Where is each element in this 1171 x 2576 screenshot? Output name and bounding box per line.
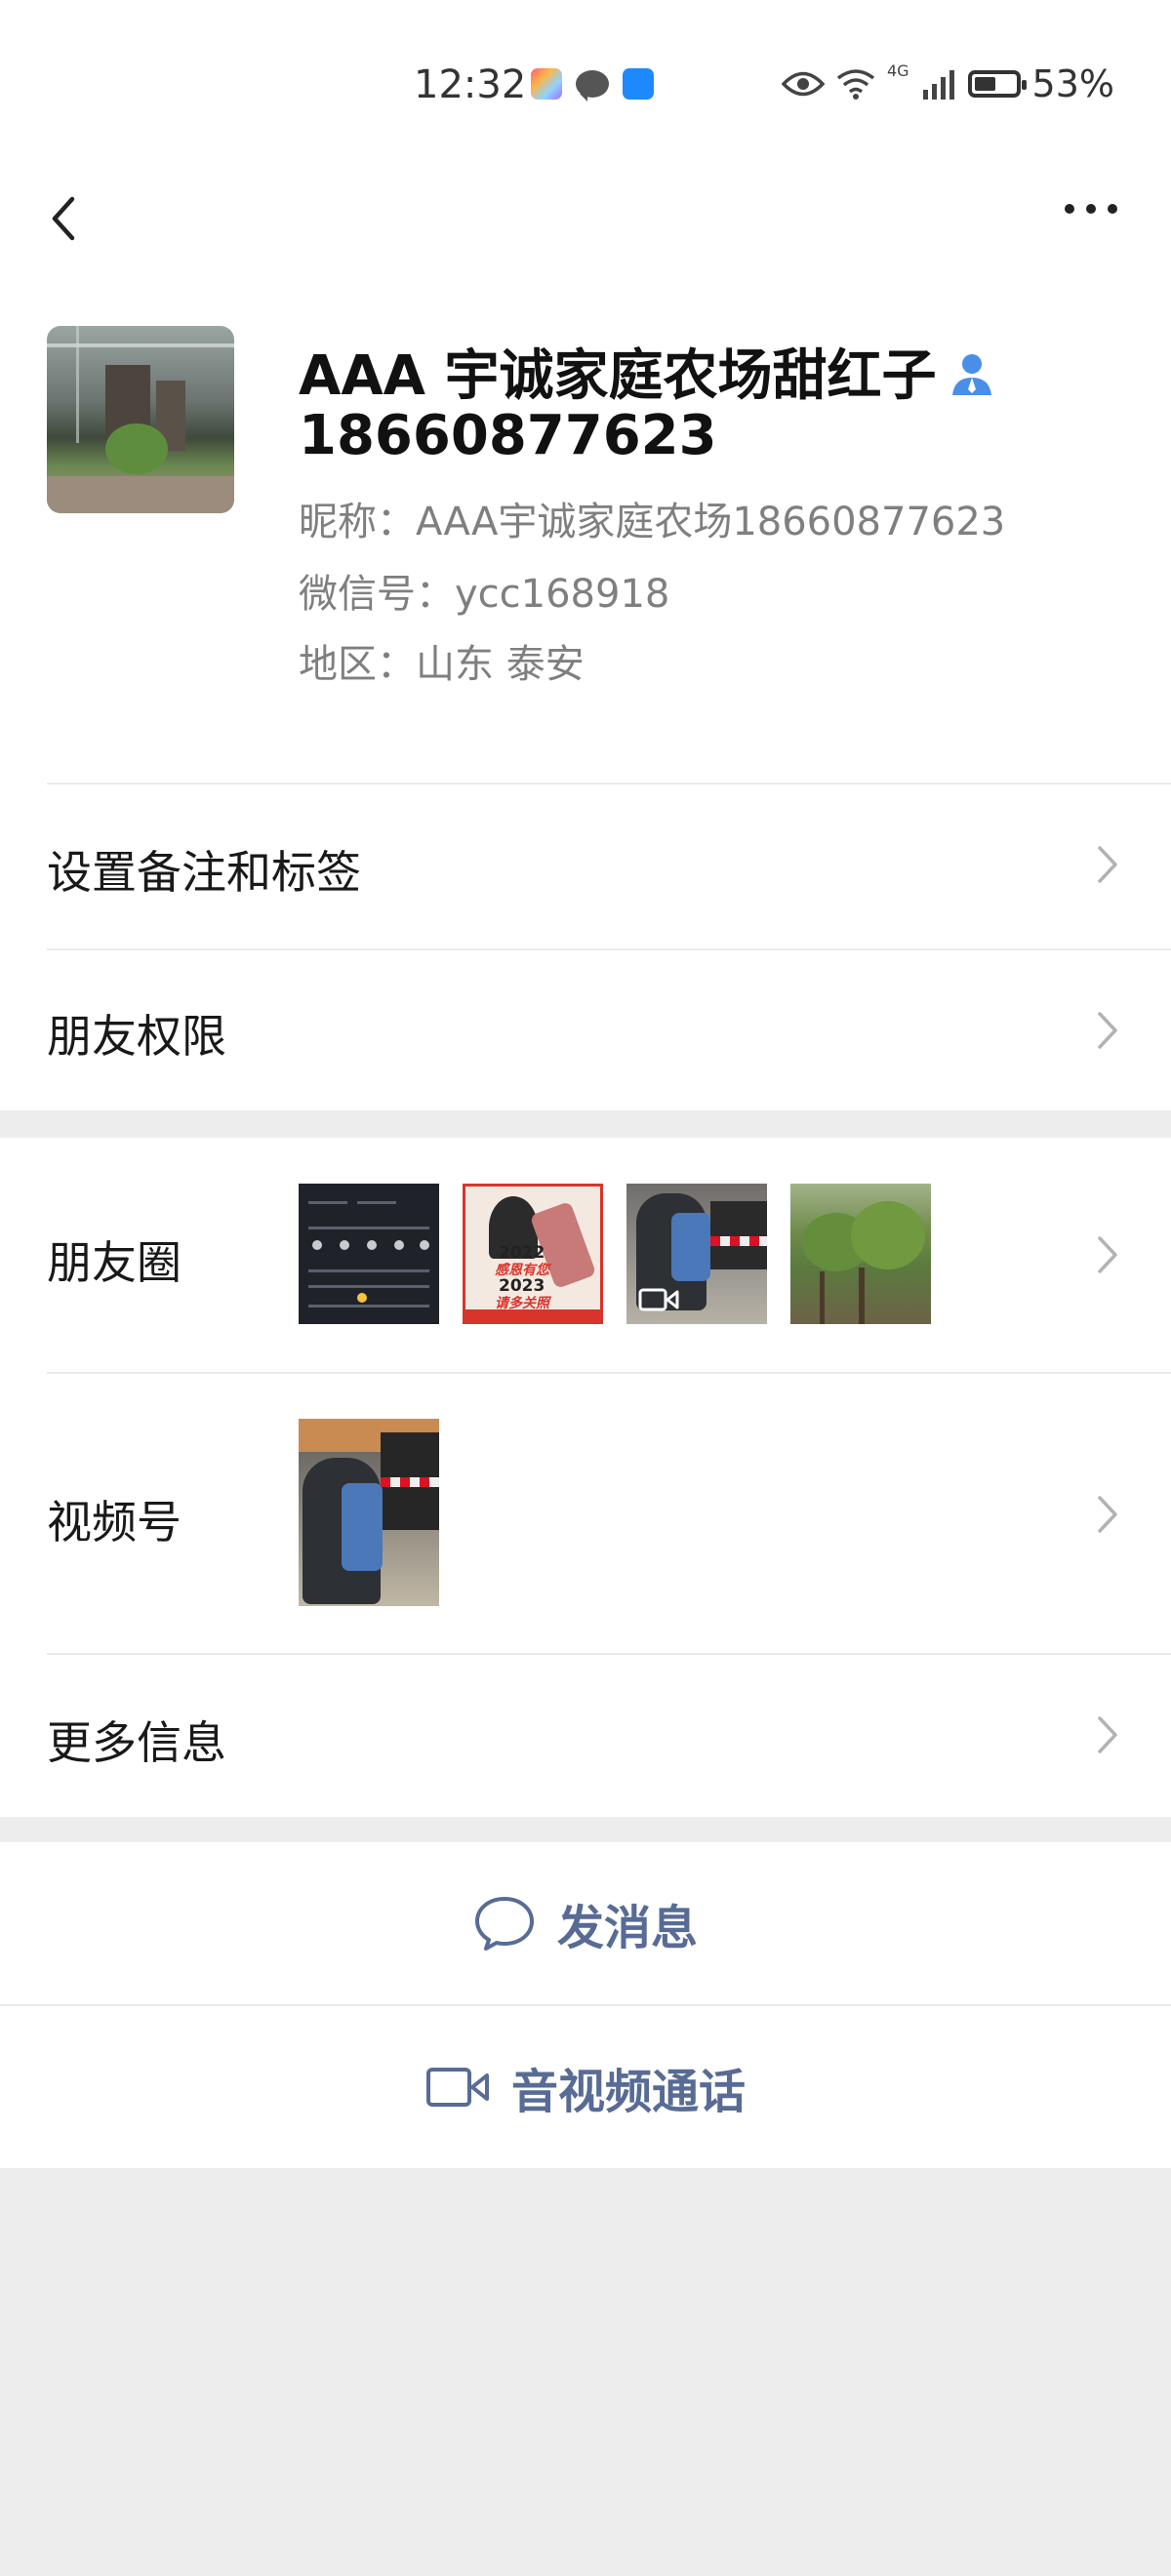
friend-permission-row[interactable]: 朋友权限 bbox=[0, 948, 1171, 1110]
more-dots-icon[interactable] bbox=[1060, 199, 1122, 219]
status-bar: 12:32 4G 53% bbox=[0, 0, 1171, 176]
moments-thumbnail-4 bbox=[790, 1184, 931, 1324]
more-info-label: 更多信息 bbox=[47, 1716, 226, 1769]
contact-profile-page: 12:32 4G 53% AAA 宇诚家庭农场甜红子 18660877623 昵… bbox=[0, 0, 1171, 2576]
eye-icon bbox=[781, 71, 825, 97]
set-remark-row[interactable]: 设置备注和标签 bbox=[0, 783, 1171, 948]
friend-permission-label: 朋友权限 bbox=[47, 1010, 226, 1063]
profile-header: AAA 宇诚家庭农场甜红子 18660877623 昵称：AAA宇诚家庭农场18… bbox=[0, 293, 1171, 783]
signal-icon bbox=[922, 70, 954, 100]
divider bbox=[47, 1653, 1171, 1655]
battery-icon bbox=[967, 70, 1027, 98]
divider bbox=[0, 2004, 1171, 2006]
app-notification-icon-2 bbox=[623, 68, 654, 100]
status-right: 4G 53% bbox=[781, 60, 1114, 105]
divider bbox=[47, 948, 1171, 950]
wifi-icon bbox=[836, 69, 875, 100]
channels-row[interactable]: 视频号 bbox=[0, 1372, 1171, 1653]
chevron-right-icon bbox=[1098, 846, 1117, 883]
contact-name-line2: 18660877623 bbox=[299, 404, 717, 467]
battery-percent: 53% bbox=[1031, 62, 1114, 105]
thumb-text-1: 2022 bbox=[499, 1243, 545, 1263]
status-time: 12:32 bbox=[414, 62, 527, 107]
moments-thumbnail-1 bbox=[299, 1184, 439, 1324]
nickname-text: 昵称：AAA宇诚家庭农场18660877623 bbox=[299, 500, 1006, 544]
avatar[interactable] bbox=[47, 326, 234, 513]
video-camera-icon bbox=[425, 2068, 489, 2107]
nav-bar bbox=[0, 176, 1171, 312]
notification-icons bbox=[531, 68, 654, 101]
divider bbox=[47, 1372, 1171, 1374]
video-call-button[interactable]: 音视频通话 bbox=[0, 2006, 1171, 2168]
moments-thumbnail-2: 2022 感恩有您 2023 请多关照 bbox=[463, 1184, 603, 1324]
chat-bubble-icon bbox=[474, 1897, 534, 1951]
region-text: 地区：山东 泰安 bbox=[299, 642, 585, 687]
divider bbox=[47, 783, 1171, 785]
channels-thumbnail bbox=[299, 1419, 439, 1606]
chevron-left-icon[interactable] bbox=[39, 189, 98, 248]
chevron-right-icon bbox=[1098, 1236, 1117, 1273]
moments-thumbnail-3 bbox=[626, 1184, 767, 1324]
moments-row[interactable]: 朋友圈 2022 感恩有您 2023 请多关照 bbox=[0, 1138, 1171, 1372]
contact-name-text: AAA 宇诚家庭农场甜红子 bbox=[299, 344, 937, 408]
channels-label: 视频号 bbox=[47, 1496, 182, 1549]
chevron-right-icon bbox=[1098, 1496, 1117, 1533]
app-notification-icon bbox=[531, 68, 562, 100]
chevron-right-icon bbox=[1098, 1012, 1117, 1049]
send-message-button[interactable]: 发消息 bbox=[0, 1842, 1171, 2004]
chevron-right-icon bbox=[1098, 1716, 1117, 1753]
send-message-content: 发消息 bbox=[0, 1842, 1171, 2004]
moments-label: 朋友圈 bbox=[47, 1236, 182, 1289]
send-message-label: 发消息 bbox=[556, 1901, 698, 1955]
contact-name: AAA 宇诚家庭农场甜红子 bbox=[299, 332, 993, 411]
more-info-row[interactable]: 更多信息 bbox=[0, 1653, 1171, 1817]
wechat-id-text: 微信号：ycc168918 bbox=[299, 572, 670, 617]
person-icon bbox=[951, 353, 991, 395]
thumb-text-3: 2023 bbox=[499, 1276, 545, 1296]
video-call-label: 音视频通话 bbox=[510, 2065, 746, 2119]
video-icon bbox=[638, 1288, 679, 1311]
video-call-content: 音视频通话 bbox=[0, 2006, 1171, 2168]
message-notification-icon bbox=[576, 70, 609, 101]
network-type: 4G bbox=[886, 60, 909, 80]
set-remark-label: 设置备注和标签 bbox=[47, 846, 361, 899]
